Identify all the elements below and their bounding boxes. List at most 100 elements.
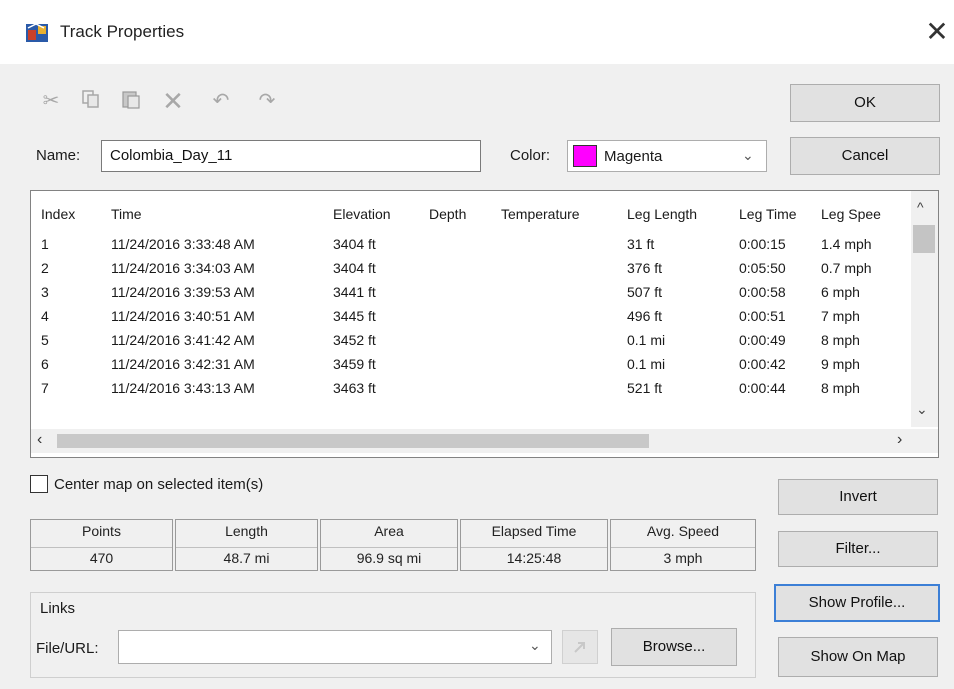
table-cell[interactable]: 11/24/2016 3:40:51 AM: [111, 308, 255, 324]
scrollbar-thumb[interactable]: [57, 434, 649, 448]
filter-button[interactable]: Filter...: [778, 531, 938, 567]
redo-icon[interactable]: ↷: [254, 88, 280, 114]
center-map-checkbox[interactable]: [30, 475, 48, 493]
show-on-map-button[interactable]: Show On Map: [778, 637, 938, 677]
invert-button[interactable]: Invert: [778, 479, 938, 515]
delete-icon[interactable]: ✕: [160, 88, 186, 114]
column-header[interactable]: Time: [111, 206, 142, 222]
scroll-down-icon[interactable]: ⌄: [916, 401, 928, 418]
stat-value: 14:25:48: [461, 547, 607, 566]
cut-icon[interactable]: ✂: [38, 88, 64, 114]
track-points-table[interactable]: Index Time Elevation Depth Temperature L…: [30, 190, 939, 458]
scroll-up-icon[interactable]: ^: [917, 199, 924, 215]
table-cell[interactable]: 0:00:58: [739, 284, 786, 300]
table-cell[interactable]: 507 ft: [627, 284, 662, 300]
table-cell[interactable]: 3404 ft: [333, 260, 376, 276]
stat-length: Length 48.7 mi: [175, 519, 318, 571]
table-cell[interactable]: 6 mph: [821, 284, 860, 300]
center-map-label: Center map on selected item(s): [54, 476, 264, 493]
table-cell[interactable]: 0:00:51: [739, 308, 786, 324]
stat-value: 3 mph: [611, 547, 755, 566]
table-cell[interactable]: 0:05:50: [739, 260, 786, 276]
track-app-icon: [26, 23, 48, 42]
table-cell[interactable]: 521 ft: [627, 380, 662, 396]
stat-header: Points: [82, 523, 121, 539]
color-label: Color:: [510, 147, 551, 164]
table-cell[interactable]: 0.1 mi: [627, 332, 665, 348]
cancel-button[interactable]: Cancel: [790, 137, 940, 175]
horizontal-scrollbar[interactable]: ‹ ›: [31, 429, 938, 453]
stat-value: 96.9 sq mi: [321, 547, 457, 566]
table-cell[interactable]: 11/24/2016 3:34:03 AM: [111, 260, 255, 276]
stat-avg-speed: Avg. Speed 3 mph: [610, 519, 756, 571]
stat-header: Length: [225, 523, 268, 539]
column-header[interactable]: Leg Spee: [821, 206, 881, 222]
vertical-scrollbar[interactable]: ^ ⌄: [911, 191, 938, 427]
scrollbar-thumb[interactable]: [913, 225, 935, 253]
table-cell[interactable]: 5: [41, 332, 49, 348]
stat-value: 48.7 mi: [176, 547, 317, 566]
table-cell[interactable]: 0.7 mph: [821, 260, 872, 276]
table-cell[interactable]: 7: [41, 380, 49, 396]
table-cell[interactable]: 11/24/2016 3:43:13 AM: [111, 380, 255, 396]
table-cell[interactable]: 496 ft: [627, 308, 662, 324]
column-header[interactable]: Leg Time: [739, 206, 797, 222]
table-cell[interactable]: 11/24/2016 3:41:42 AM: [111, 332, 255, 348]
table-cell[interactable]: 3445 ft: [333, 308, 376, 324]
table-cell[interactable]: 8 mph: [821, 380, 860, 396]
show-profile-button[interactable]: Show Profile...: [774, 584, 940, 622]
column-header[interactable]: Elevation: [333, 206, 391, 222]
undo-icon[interactable]: ↶: [208, 88, 234, 114]
browse-button[interactable]: Browse...: [611, 628, 737, 666]
table-cell[interactable]: 376 ft: [627, 260, 662, 276]
stat-value: 470: [31, 547, 172, 566]
table-cell[interactable]: 6: [41, 356, 49, 372]
table-cell[interactable]: 11/24/2016 3:33:48 AM: [111, 236, 255, 252]
ok-button[interactable]: OK: [790, 84, 940, 122]
color-select[interactable]: Magenta ⌄: [567, 140, 767, 172]
stat-header: Avg. Speed: [646, 523, 720, 539]
column-header[interactable]: Depth: [429, 206, 466, 222]
close-icon[interactable]: ✕: [922, 14, 952, 50]
column-header[interactable]: Temperature: [501, 206, 580, 222]
table-cell[interactable]: 1.4 mph: [821, 236, 872, 252]
chevron-down-icon[interactable]: ⌄: [529, 637, 541, 654]
table-cell[interactable]: 7 mph: [821, 308, 860, 324]
open-link-icon: [574, 642, 585, 653]
table-cell[interactable]: 8 mph: [821, 332, 860, 348]
table-cell[interactable]: 3459 ft: [333, 356, 376, 372]
window-title: Track Properties: [60, 22, 185, 41]
table-cell[interactable]: 3463 ft: [333, 380, 376, 396]
color-value: Magenta: [604, 148, 663, 165]
column-header[interactable]: Index: [41, 206, 75, 222]
table-cell[interactable]: 9 mph: [821, 356, 860, 372]
table-cell[interactable]: 3452 ft: [333, 332, 376, 348]
stat-area: Area 96.9 sq mi: [320, 519, 458, 571]
copy-icon[interactable]: [78, 88, 104, 114]
column-header[interactable]: Leg Length: [627, 206, 697, 222]
table-cell[interactable]: 1: [41, 236, 49, 252]
table-cell[interactable]: 0.1 mi: [627, 356, 665, 372]
table-cell[interactable]: 0:00:44: [739, 380, 786, 396]
table-cell[interactable]: 3404 ft: [333, 236, 376, 252]
table-cell[interactable]: 31 ft: [627, 236, 654, 252]
paste-icon[interactable]: [118, 88, 144, 114]
name-input[interactable]: Colombia_Day_11: [101, 140, 481, 172]
table-cell[interactable]: 4: [41, 308, 49, 324]
table-cell[interactable]: 11/24/2016 3:39:53 AM: [111, 284, 255, 300]
stat-elapsed-time: Elapsed Time 14:25:48: [460, 519, 608, 571]
open-link-button[interactable]: [562, 630, 598, 664]
stat-header: Area: [374, 523, 404, 539]
color-swatch: [573, 145, 597, 167]
table-cell[interactable]: 3: [41, 284, 49, 300]
scroll-right-icon[interactable]: ›: [897, 431, 902, 449]
table-cell[interactable]: 11/24/2016 3:42:31 AM: [111, 356, 255, 372]
file-url-combobox[interactable]: ⌄: [118, 630, 552, 664]
table-cell[interactable]: 0:00:42: [739, 356, 786, 372]
table-cell[interactable]: 0:00:15: [739, 236, 786, 252]
table-cell[interactable]: 3441 ft: [333, 284, 376, 300]
stat-points: Points 470: [30, 519, 173, 571]
table-cell[interactable]: 2: [41, 260, 49, 276]
scroll-left-icon[interactable]: ‹: [37, 431, 42, 449]
table-cell[interactable]: 0:00:49: [739, 332, 786, 348]
